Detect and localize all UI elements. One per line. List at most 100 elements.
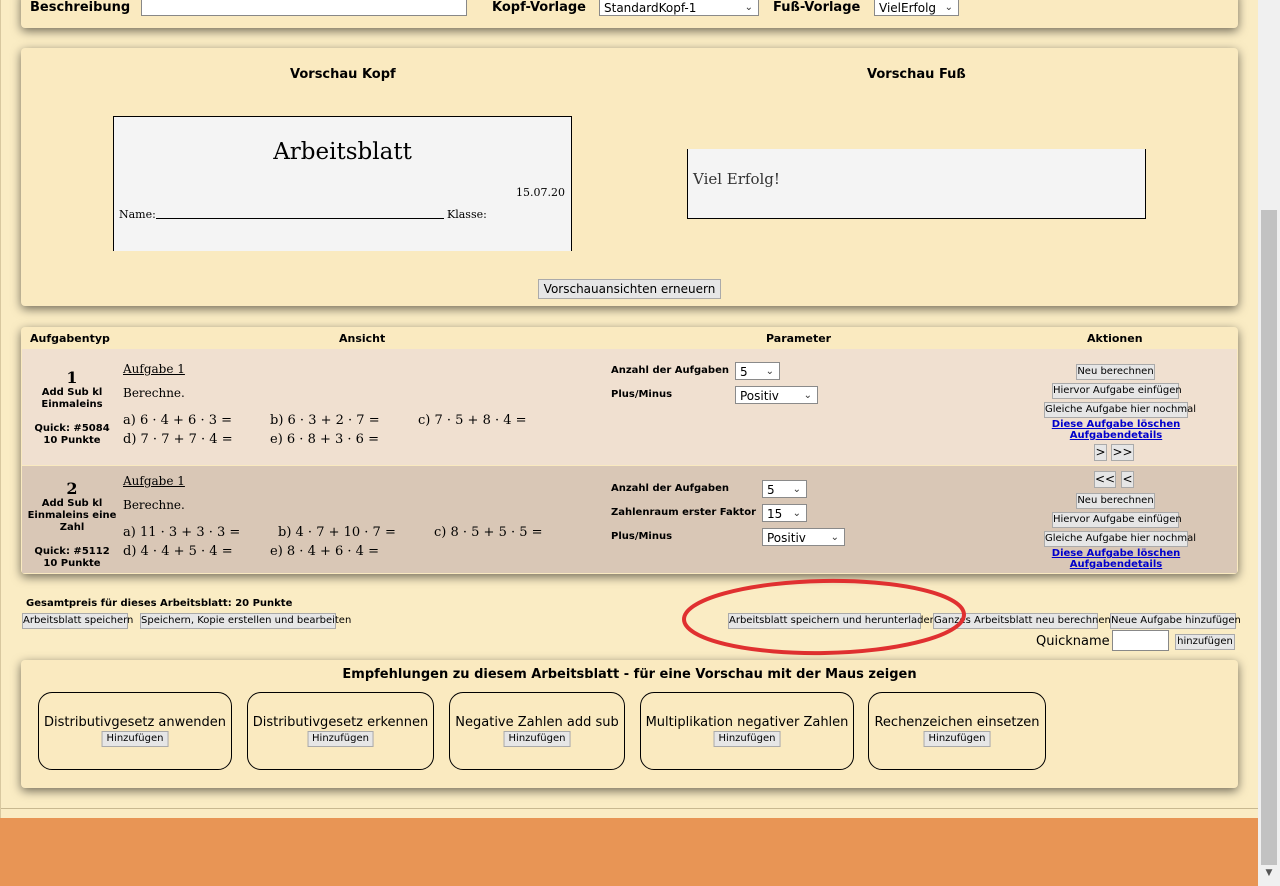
kopf-preview-name: Name: — [119, 208, 156, 221]
task-1-number: 1 — [66, 368, 78, 387]
recommendations-title: Empfehlungen zu diesem Arbeitsblatt - fü… — [342, 667, 917, 682]
task-2-hiervor-button[interactable]: Hiervor Aufgabe einfügen — [1052, 512, 1182, 528]
task-1-gleiche-button[interactable]: Gleiche Aufgabe hier nochmal — [1044, 402, 1196, 418]
scrollbar-thumb[interactable] — [1261, 210, 1277, 865]
recommendation-add-button[interactable]: Hinzufügen — [307, 731, 374, 747]
beschreibung-label: Beschreibung — [30, 0, 131, 15]
task-2-type: Add Sub kl Einmaleins eine Zahl — [27, 498, 117, 533]
task-1-last-button[interactable]: >> — [1111, 444, 1134, 461]
task-1-param-anzahl-value: 5 — [740, 365, 748, 379]
recommendation-add-button[interactable]: Hinzufügen — [101, 731, 169, 747]
task-2-loeschen-link[interactable]: Diese Aufgabe löschen — [1040, 548, 1192, 559]
task-1-instruction: Berechne. — [123, 386, 185, 400]
arbeitsblatt-speichern-button[interactable]: Arbeitsblatt speichern — [22, 613, 133, 629]
chevron-down-icon: ⌄ — [792, 508, 801, 519]
task-1-exercise-d: d) 7 · 7 + 7 · 4 = — [123, 432, 233, 447]
vorschau-erneuern-button[interactable]: Vorschauansichten erneuern — [538, 279, 721, 299]
recommendation-card[interactable]: Rechenzeichen einsetzen Hinzufügen — [868, 692, 1046, 770]
task-1-hiervor-button[interactable]: Hiervor Aufgabe einfügen — [1052, 383, 1182, 399]
task-2-param-anzahl-select[interactable]: 5 ⌄ — [762, 480, 807, 498]
quickname-hinzufuegen-button[interactable]: hinzufügen — [1175, 634, 1235, 650]
task-1-quick: Quick: #5084 — [34, 423, 110, 434]
task-2-exercise-e: e) 8 · 4 + 6 · 4 = — [270, 544, 379, 559]
recommendation-add-button[interactable]: Hinzufügen — [503, 731, 571, 747]
task-2-info: 2 Add Sub kl Einmaleins eine Zahl Quick:… — [24, 479, 120, 570]
chevron-down-icon: ⌄ — [792, 484, 801, 495]
task-1-exercise-b: b) 6 · 3 + 2 · 7 = — [270, 413, 380, 428]
header-aktionen: Aktionen — [1087, 332, 1143, 345]
chevron-down-icon: ⌄ — [765, 366, 774, 377]
task-2-number: 2 — [66, 479, 78, 498]
task-1-param-plusminus-label: Plus/Minus — [611, 389, 673, 400]
recommendation-label: Rechenzeichen einsetzen — [874, 715, 1040, 730]
recommendation-label: Negative Zahlen add sub — [455, 715, 619, 730]
kopf-preview-date: 15.07.20 — [516, 186, 565, 199]
task-2-param-plusminus-label: Plus/Minus — [611, 531, 673, 542]
task-1-exercise-c: c) 7 · 5 + 8 · 4 = — [418, 413, 527, 428]
quickname-input[interactable] — [1112, 630, 1169, 651]
recommendation-card[interactable]: Multiplikation negativer Zahlen Hinzufüg… — [640, 692, 854, 770]
task-2-param-anzahl-label: Anzahl der Aufgaben — [611, 483, 729, 494]
recommendation-add-button[interactable]: Hinzufügen — [713, 731, 781, 747]
beschreibung-input[interactable] — [141, 0, 467, 16]
recommendation-card[interactable]: Distributivgesetz erkennen Hinzufügen — [247, 692, 434, 770]
task-2-param-plusminus-value: Positiv — [767, 531, 806, 545]
task-1-param-plusminus-value: Positiv — [740, 389, 779, 403]
recommendation-label: Distributivgesetz erkennen — [252, 715, 429, 730]
task-2-param-zahlenraum-label: Zahlenraum erster Faktor — [611, 507, 757, 518]
task-2-quick: Quick: #5112 — [34, 546, 110, 557]
task-2-neu-berechnen-button[interactable]: Neu berechnen — [1076, 493, 1155, 509]
chevron-down-icon: ⌄ — [830, 532, 839, 543]
chevron-down-icon: ⌄ — [803, 390, 812, 401]
kopf-preview-box: Arbeitsblatt 15.07.20 Name: Klasse: — [113, 116, 572, 251]
task-2-param-plusminus-select[interactable]: Positiv ⌄ — [762, 528, 845, 546]
vorschau-kopf-title: Vorschau Kopf — [290, 67, 396, 82]
recommendation-add-button[interactable]: Hinzufügen — [923, 731, 991, 747]
kopf-preview-klasse: Klasse: — [447, 208, 487, 221]
fuss-vorlage-value: VielErfolg — [879, 1, 937, 15]
task-2-param-zahlenraum-value: 15 — [767, 507, 783, 521]
kopie-erstellen-button[interactable]: Speichern, Kopie erstellen und bearbeite… — [140, 613, 351, 629]
fuss-vorlage-select[interactable]: VielErfolg ⌄ — [874, 0, 959, 16]
task-2-exercise-b: b) 4 · 7 + 10 · 7 = — [278, 525, 396, 540]
task-1-exercise-e: e) 6 · 8 + 3 · 6 = — [270, 432, 379, 447]
task-1-info: 1 Add Sub kl Einmaleins Quick: #5084 10 … — [24, 368, 120, 447]
task-1-param-plusminus-select[interactable]: Positiv ⌄ — [735, 386, 818, 404]
task-2-details-link[interactable]: Aufgabendetails — [1040, 559, 1192, 570]
task-1-next-button[interactable]: > — [1094, 444, 1107, 461]
fuss-preview-box: Viel Erfolg! — [687, 149, 1146, 219]
recommendation-card[interactable]: Distributivgesetz anwenden Hinzufügen — [38, 692, 232, 770]
kopf-vorlage-value: StandardKopf-1 — [604, 1, 697, 15]
quickname-label: Quickname — [1036, 634, 1110, 649]
gesamtpreis-text: Gesamtpreis für dieses Arbeitsblatt: 20 … — [26, 598, 293, 609]
task-2-gleiche-button[interactable]: Gleiche Aufgabe hier nochmal — [1044, 531, 1196, 547]
task-2-prev-button[interactable]: < — [1121, 471, 1134, 488]
vorschau-fuss-title: Vorschau Fuß — [867, 67, 966, 82]
task-1-type: Add Sub kl Einmaleins — [41, 387, 103, 410]
task-1-loeschen-link[interactable]: Diese Aufgabe löschen — [1040, 419, 1192, 430]
task-2-param-zahlenraum-select[interactable]: 15 ⌄ — [762, 504, 807, 522]
task-2-first-button[interactable]: << — [1094, 471, 1116, 488]
task-2-exercise-a: a) 11 · 3 + 3 · 3 = — [123, 525, 241, 540]
kopf-vorlage-select[interactable]: StandardKopf-1 ⌄ — [599, 0, 759, 16]
task-2-points: 10 Punkte — [43, 558, 101, 569]
task-1-points: 10 Punkte — [43, 435, 101, 446]
task-2-param-anzahl-value: 5 — [767, 483, 775, 497]
kopf-preview-heading: Arbeitsblatt — [273, 139, 412, 165]
recommendation-card[interactable]: Negative Zahlen add sub Hinzufügen — [449, 692, 625, 770]
recommendation-label: Multiplikation negativer Zahlen — [645, 715, 849, 730]
task-2-aufgabe-title: Aufgabe 1 — [123, 474, 185, 488]
left-edge-line — [0, 0, 1, 818]
chevron-down-icon: ⌄ — [944, 2, 953, 13]
chevron-down-icon: ⌄ — [744, 2, 753, 13]
task-2-exercise-d: d) 4 · 4 + 5 · 4 = — [123, 544, 233, 559]
task-2-instruction: Berechne. — [123, 498, 185, 512]
task-1-neu-berechnen-button[interactable]: Neu berechnen — [1076, 364, 1155, 380]
fuss-preview-text: Viel Erfolg! — [693, 170, 780, 188]
neue-aufgabe-button[interactable]: Neue Aufgabe hinzufügen — [1110, 613, 1241, 629]
task-1-param-anzahl-label: Anzahl der Aufgaben — [611, 365, 729, 376]
task-1-details-link[interactable]: Aufgabendetails — [1040, 430, 1192, 441]
scroll-down-arrow-icon[interactable]: ▼ — [1262, 868, 1276, 882]
task-1-exercise-a: a) 6 · 4 + 6 · 3 = — [123, 413, 233, 428]
task-1-param-anzahl-select[interactable]: 5 ⌄ — [735, 362, 780, 380]
